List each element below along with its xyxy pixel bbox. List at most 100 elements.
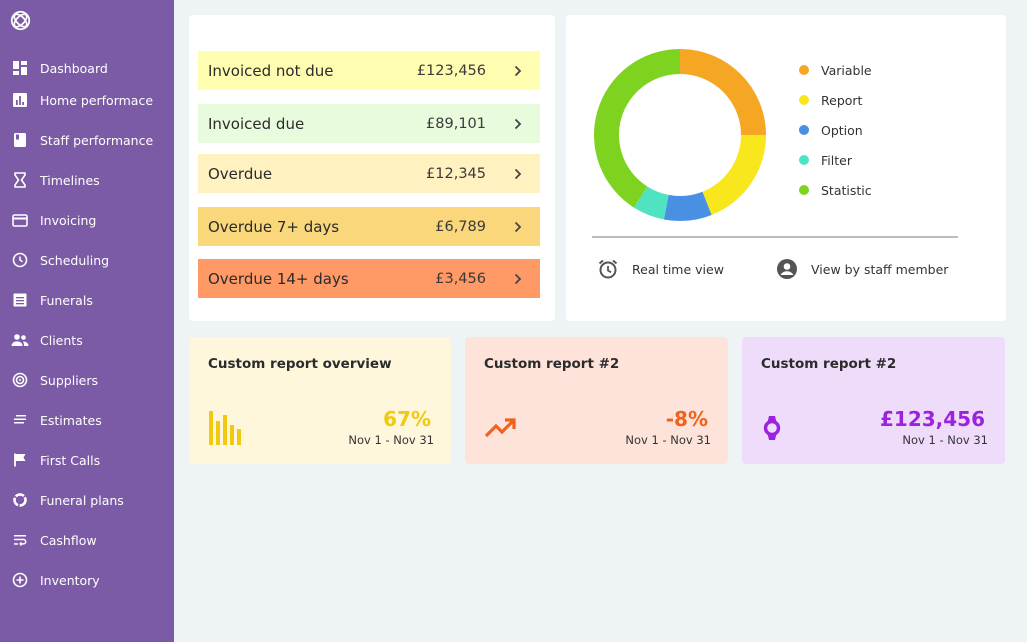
invoice-row-overdue-14[interactable]: Overdue 14+ days £3,456 <box>198 259 540 298</box>
sidebar-item-label: Funeral plans <box>40 492 124 508</box>
book-icon <box>11 131 29 149</box>
chart-legend: Variable Report Option Filter Statistic <box>799 55 872 205</box>
invoice-row-overdue-7[interactable]: Overdue 7+ days £6,789 <box>198 207 540 246</box>
legend-label: Variable <box>821 62 872 78</box>
legend-item-filter: Filter <box>799 145 872 175</box>
legend-label: Statistic <box>821 182 872 198</box>
donut-chart <box>594 49 766 221</box>
sidebar-item-label: Cashflow <box>40 532 97 548</box>
invoice-label: Overdue 7+ days <box>208 217 340 236</box>
view-by-staff-label: View by staff member <box>811 261 949 277</box>
target-icon <box>11 371 29 389</box>
watch-icon <box>763 416 781 440</box>
chevron-right-icon <box>512 167 526 181</box>
report-date-range: Nov 1 - Nov 31 <box>625 433 711 447</box>
legend-item-option: Option <box>799 115 872 145</box>
report-title: Custom report #2 <box>761 356 897 372</box>
hourglass-icon <box>11 171 29 189</box>
sidebar-item-home-performace[interactable]: Home performace <box>0 84 174 116</box>
clock-icon <box>11 251 29 269</box>
report-date-range: Nov 1 - Nov 31 <box>348 433 434 447</box>
report-value: -8% <box>665 407 708 431</box>
legend-dot <box>799 125 809 135</box>
legend-item-variable: Variable <box>799 55 872 85</box>
real-time-view-label: Real time view <box>632 261 724 277</box>
real-time-view-button[interactable]: Real time view <box>596 257 724 281</box>
invoice-amount: £89,101 <box>426 115 486 132</box>
invoice-amount: £123,456 <box>416 62 486 79</box>
sidebar-item-label: Clients <box>40 332 83 348</box>
sidebar-item-invoicing[interactable]: Invoicing <box>0 204 174 236</box>
legend-dot <box>799 155 809 165</box>
donut-slice-report <box>702 135 766 215</box>
invoice-row-not-due[interactable]: Invoiced not due £123,456 <box>198 51 540 90</box>
report-card-overview[interactable]: Custom report overview 67% Nov 1 - Nov 3… <box>189 337 451 464</box>
add-circle-icon <box>11 571 29 589</box>
invoice-row-due[interactable]: Invoiced due £89,101 <box>198 104 540 143</box>
sidebar-item-cashflow[interactable]: Cashflow <box>0 524 174 556</box>
donut-icon <box>11 491 29 509</box>
legend-item-report: Report <box>799 85 872 115</box>
sidebar-item-estimates[interactable]: Estimates <box>0 404 174 436</box>
sidebar-item-funerals[interactable]: Funerals <box>0 284 174 316</box>
invoice-amount: £6,789 <box>435 218 486 235</box>
dashboard-icon <box>11 59 29 77</box>
logo-icon[interactable] <box>10 10 31 31</box>
sidebar: Dashboard Home performace Staff performa… <box>0 0 174 642</box>
list-icon <box>11 291 29 309</box>
wrap-text-icon <box>11 531 29 549</box>
sidebar-item-label: Scheduling <box>40 252 110 268</box>
donut-slice-variable <box>680 49 766 135</box>
sidebar-item-funeral-plans[interactable]: Funeral plans <box>0 484 174 516</box>
report-value: 67% <box>383 407 431 431</box>
sidebar-item-clients[interactable]: Clients <box>0 324 174 356</box>
sidebar-item-label: Invoicing <box>40 212 97 228</box>
legend-label: Option <box>821 122 863 138</box>
chevron-right-icon <box>512 220 526 234</box>
sidebar-item-label: First Calls <box>40 452 101 468</box>
report-date-range: Nov 1 - Nov 31 <box>902 433 988 447</box>
donut-chart-card: Variable Report Option Filter Statistic Real… <box>566 15 1006 321</box>
invoice-amount: £3,456 <box>435 270 486 287</box>
report-title: Custom report overview <box>208 356 392 372</box>
invoice-label: Overdue 14+ days <box>208 269 349 288</box>
sidebar-item-label: Suppliers <box>40 372 99 388</box>
sidebar-item-label: Estimates <box>40 412 102 428</box>
chevron-right-icon <box>512 117 526 131</box>
report-value: £123,456 <box>879 407 985 431</box>
report-card-2-trend[interactable]: Custom report #2 -8% Nov 1 - Nov 31 <box>465 337 728 464</box>
legend-label: Filter <box>821 152 852 168</box>
legend-dot <box>799 95 809 105</box>
invoice-status-card: Invoiced not due £123,456 Invoiced due £… <box>189 15 555 321</box>
legend-dot <box>799 185 809 195</box>
bar-chart-icon <box>11 91 29 109</box>
legend-item-statistic: Statistic <box>799 175 872 205</box>
donut-slice-statistic <box>594 49 680 208</box>
legend-dot <box>799 65 809 75</box>
sidebar-item-label: Staff performance <box>40 132 154 148</box>
chart-divider <box>592 236 958 238</box>
account-circle-icon <box>777 259 797 279</box>
sidebar-item-timelines[interactable]: Timelines <box>0 164 174 196</box>
sidebar-item-label: Home performace <box>40 92 154 108</box>
sidebar-item-suppliers[interactable]: Suppliers <box>0 364 174 396</box>
invoice-label: Invoiced due <box>208 114 305 133</box>
chevron-right-icon <box>512 272 526 286</box>
sidebar-item-label: Inventory <box>40 572 100 588</box>
chevron-right-icon <box>512 64 526 78</box>
bars-icon <box>209 411 241 445</box>
sidebar-item-inventory[interactable]: Inventory <box>0 564 174 596</box>
sidebar-item-dashboard[interactable]: Dashboard <box>0 52 174 84</box>
sidebar-item-label: Funerals <box>40 292 93 308</box>
invoice-label: Invoiced not due <box>208 61 334 80</box>
report-card-2-amount[interactable]: Custom report #2 £123,456 Nov 1 - Nov 31 <box>742 337 1005 464</box>
invoice-row-overdue[interactable]: Overdue £12,345 <box>198 154 540 193</box>
view-by-staff-button[interactable]: View by staff member <box>775 257 948 281</box>
flag-icon <box>11 451 29 469</box>
invoice-label: Overdue <box>208 164 273 183</box>
credit-card-icon <box>11 211 29 229</box>
alarm-clock-icon <box>598 259 618 279</box>
sidebar-item-staff-performance[interactable]: Staff performance <box>0 124 174 156</box>
sidebar-item-scheduling[interactable]: Scheduling <box>0 244 174 276</box>
sidebar-item-first-calls[interactable]: First Calls <box>0 444 174 476</box>
